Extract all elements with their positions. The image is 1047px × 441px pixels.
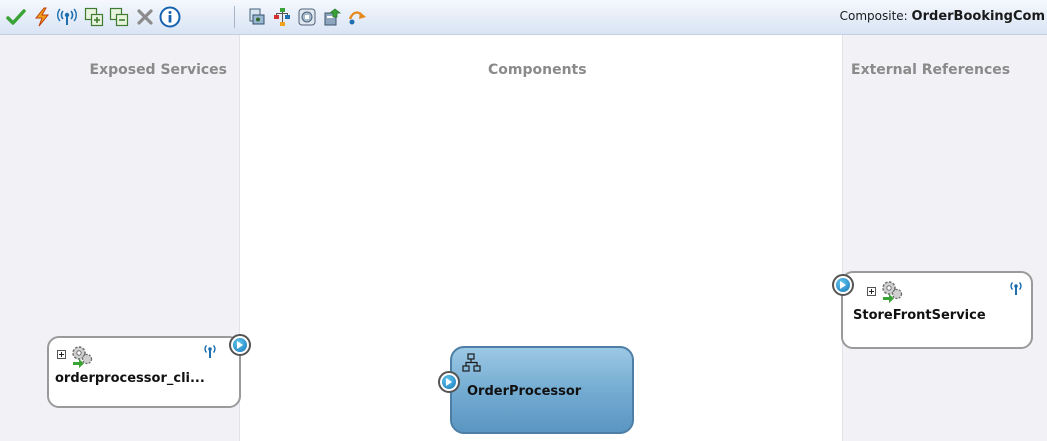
info-icon[interactable] bbox=[158, 5, 182, 29]
external-reference-box[interactable]: StoreFrontService bbox=[841, 271, 1033, 349]
deploy-icon[interactable] bbox=[320, 5, 344, 29]
collapse-all-icon[interactable] bbox=[107, 5, 131, 29]
toolbar: Composite: OrderBookingCom bbox=[0, 0, 1047, 35]
bpel-process-icon bbox=[462, 353, 482, 377]
component-icon[interactable] bbox=[245, 5, 269, 29]
lane-title-exposed-services: Exposed Services bbox=[89, 62, 228, 78]
component-box[interactable]: OrderProcessor bbox=[450, 346, 634, 434]
lane-title-external-references: External References bbox=[851, 62, 1011, 78]
reference-port-icon[interactable] bbox=[832, 274, 854, 296]
composite-name: OrderBookingCom bbox=[911, 9, 1045, 24]
composite-title: Composite: OrderBookingCom bbox=[840, 9, 1045, 24]
validate-checkmark-icon[interactable] bbox=[4, 5, 28, 29]
expand-toggle-icon[interactable] bbox=[867, 287, 876, 296]
component-name: OrderProcessor bbox=[467, 384, 582, 399]
gears-icon bbox=[69, 342, 95, 372]
wireless-service-icon bbox=[201, 342, 219, 364]
gears-icon bbox=[879, 277, 905, 307]
wireless-service-icon[interactable] bbox=[55, 5, 79, 29]
exposed-service-box[interactable]: orderprocessor_cli... bbox=[47, 336, 241, 408]
wireless-service-icon bbox=[1007, 279, 1025, 301]
expand-toggle-icon[interactable] bbox=[57, 350, 66, 359]
port-arrow-icon bbox=[836, 278, 850, 292]
lightning-icon[interactable] bbox=[30, 5, 54, 29]
external-references-lane: External References bbox=[842, 35, 1047, 441]
toolbar-separator bbox=[234, 6, 235, 28]
composite-label: Composite: bbox=[839, 9, 908, 23]
expand-all-icon[interactable] bbox=[82, 5, 106, 29]
database-icon[interactable] bbox=[295, 5, 319, 29]
port-arrow-icon bbox=[233, 338, 247, 352]
lane-title-components: Components bbox=[488, 62, 587, 78]
service-port-icon[interactable] bbox=[229, 334, 251, 356]
component-port-icon[interactable] bbox=[438, 371, 460, 393]
route-arrow-icon[interactable] bbox=[346, 5, 370, 29]
port-arrow-icon bbox=[442, 375, 456, 389]
hierarchy-icon[interactable] bbox=[270, 5, 294, 29]
delete-icon[interactable] bbox=[133, 5, 157, 29]
exposed-service-name: orderprocessor_cli... bbox=[55, 371, 205, 386]
external-reference-name: StoreFrontService bbox=[853, 308, 986, 323]
